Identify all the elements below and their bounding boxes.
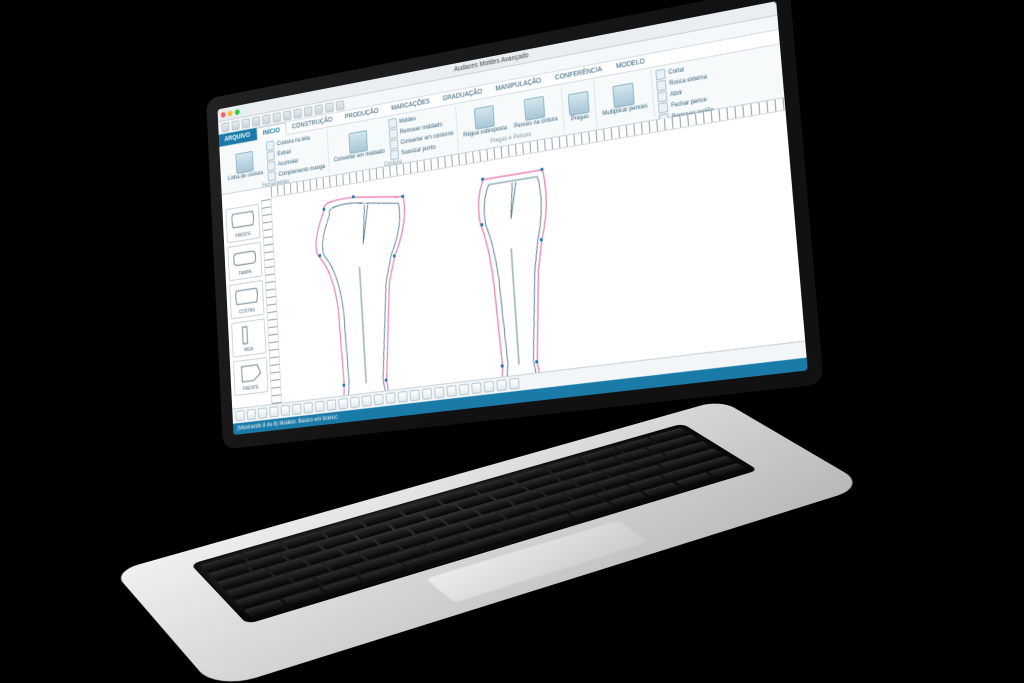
line-tool-icon[interactable]: [269, 406, 278, 418]
rect-tool-icon[interactable]: [292, 403, 302, 415]
contour-icon: [389, 139, 398, 150]
extend-tool-icon[interactable]: [434, 386, 444, 398]
btn-converter-moldado[interactable]: Converter em moldado: [331, 126, 387, 165]
notch-tool-icon[interactable]: [338, 398, 348, 410]
mirror-tool-icon[interactable]: [374, 394, 384, 406]
ribbon-group-cortar: Cortar Rosca externa Abrir Fechar pence …: [652, 59, 718, 118]
circle-tool-icon[interactable]: [303, 402, 313, 414]
thumb-frente2[interactable]: FRENTE: [233, 357, 268, 396]
remove-mold-icon: [389, 128, 398, 139]
array-tool-icon[interactable]: [459, 384, 469, 396]
pan-icon[interactable]: [325, 102, 334, 113]
measure-tool-icon[interactable]: [327, 399, 337, 411]
join-tool-icon[interactable]: [386, 392, 396, 404]
text-tool-icon[interactable]: [362, 395, 372, 407]
darts-icon: [524, 95, 545, 120]
close-icon[interactable]: [221, 111, 226, 117]
grid-tool-icon[interactable]: [484, 381, 495, 393]
curve-tool-icon[interactable]: [281, 405, 291, 417]
seam-line-icon: [236, 151, 254, 174]
paste-icon[interactable]: [283, 110, 292, 121]
app-window: Audaces Moldes Avançado ARQUIVO: [217, 1, 807, 435]
btn-multiplicar-pences[interactable]: Multiplicar pences: [598, 78, 649, 118]
trim-tool-icon[interactable]: [422, 388, 432, 400]
convert-icon: [349, 130, 369, 154]
move-tool-icon[interactable]: [247, 409, 256, 420]
print-icon[interactable]: [252, 116, 260, 127]
pattern-front-leg[interactable]: [304, 179, 444, 403]
point-tool-icon[interactable]: [315, 401, 325, 413]
keyboard: [190, 423, 758, 624]
zoom-fit-icon[interactable]: [314, 104, 323, 115]
rotate-tool-icon[interactable]: [258, 407, 267, 418]
pattern-back-leg[interactable]: [465, 156, 580, 399]
thread-icon: [656, 80, 666, 92]
settings-icon[interactable]: [336, 100, 345, 111]
undo-icon[interactable]: [231, 120, 239, 131]
thumb-costas[interactable]: COSTAS: [229, 280, 264, 319]
offset-tool-icon[interactable]: [410, 389, 420, 401]
split-tool-icon[interactable]: [398, 391, 408, 403]
redo-icon[interactable]: [242, 118, 250, 129]
btn-pregas[interactable]: Pregas: [566, 89, 592, 124]
toggle-icon: [266, 140, 274, 151]
btn-linha-costura[interactable]: Linha de costura: [225, 148, 265, 183]
fillet-tool-icon[interactable]: [446, 385, 456, 397]
extract-icon: [267, 151, 275, 162]
zoom-in-icon[interactable]: [293, 108, 302, 119]
scale-tool-icon[interactable]: [471, 382, 482, 394]
ruler-icon: [474, 105, 495, 130]
copy-icon[interactable]: [272, 112, 280, 123]
ribbon-group-pregas2: Pregas: [562, 81, 598, 133]
open-icon: [657, 91, 667, 103]
maximize-icon[interactable]: [235, 108, 240, 114]
thumb-frente[interactable]: FRENTE: [225, 204, 260, 244]
molds-icon: [388, 118, 397, 129]
dart-tool-icon[interactable]: [350, 396, 360, 408]
zoom-out-icon[interactable]: [304, 106, 313, 117]
snap-tool-icon[interactable]: [496, 379, 507, 391]
btn-pences-cintura[interactable]: Pences na cintura: [510, 92, 559, 131]
btn-regua[interactable]: Régua sobreposta: [460, 101, 509, 139]
scissors-icon: [656, 69, 666, 81]
layer-tool-icon[interactable]: [509, 378, 520, 390]
ribbon-group-multiplicar: Multiplicar pences: [594, 70, 655, 127]
save-icon[interactable]: [221, 122, 229, 133]
accumulate-icon: [267, 161, 275, 172]
minimize-icon[interactable]: [228, 110, 233, 116]
close-dart-icon: [658, 102, 668, 114]
thumb-mga[interactable]: MGA: [231, 318, 266, 357]
select-tool-icon[interactable]: [236, 410, 245, 421]
cut-icon[interactable]: [262, 114, 270, 125]
thumb-tampa[interactable]: TAMPA: [227, 242, 262, 282]
pleats-icon: [568, 90, 590, 115]
multiply-icon: [613, 82, 635, 108]
